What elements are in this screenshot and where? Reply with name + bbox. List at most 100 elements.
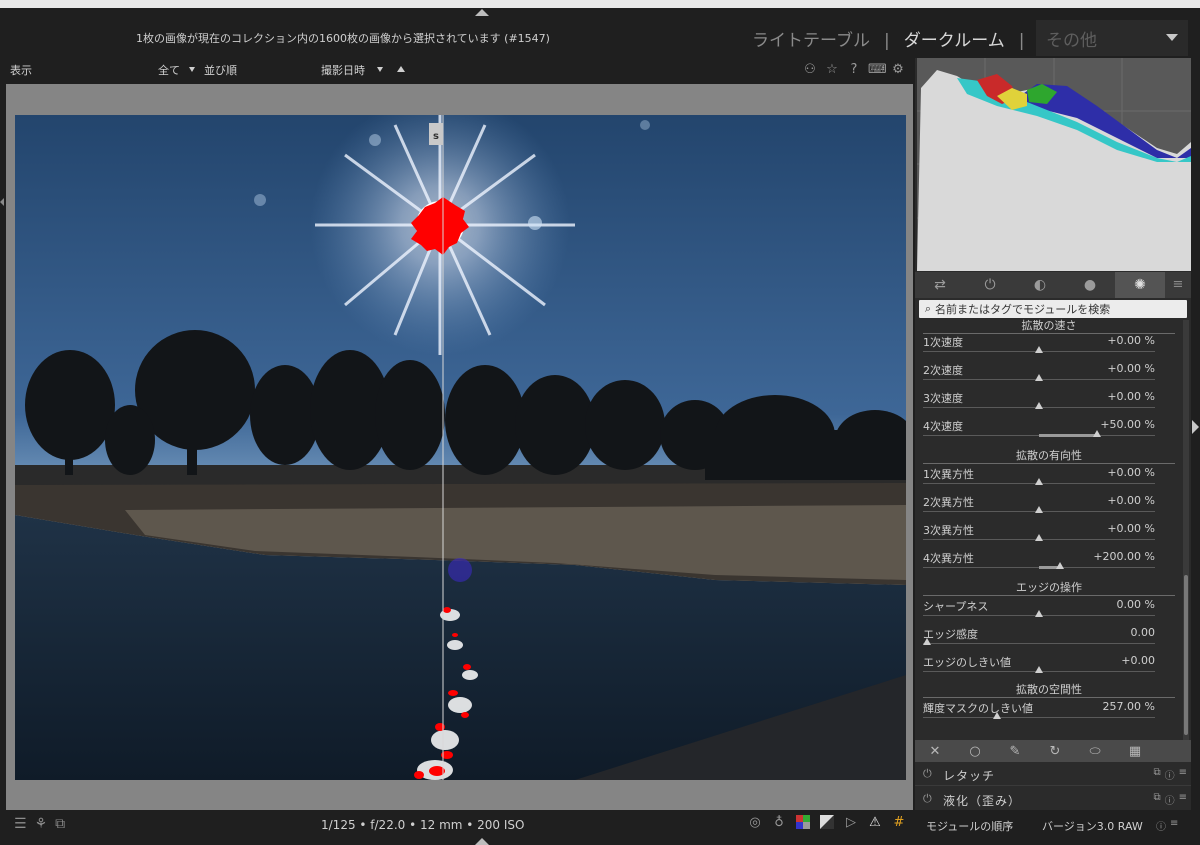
slider-thumb[interactable] xyxy=(1093,430,1101,437)
pattern-mask-icon[interactable]: ▦ xyxy=(1115,744,1155,759)
param-slider[interactable]: 4次速度 +50.00 % xyxy=(923,412,1157,440)
tab-effects-icon[interactable]: ✺ xyxy=(1115,272,1165,298)
softproof-icon[interactable] xyxy=(818,814,836,832)
image-canvas[interactable]: s xyxy=(6,84,913,810)
keyboard-icon[interactable]: ⌨ xyxy=(868,62,887,78)
tab-active-modules-icon[interactable]: ⇄ xyxy=(915,272,965,298)
param-slider[interactable]: 3次速度 +0.00 % xyxy=(923,384,1157,412)
param-label: 1次速度 xyxy=(923,336,963,349)
param-value: +0.00 % xyxy=(1107,522,1155,535)
color-assessment-icon[interactable] xyxy=(794,814,812,832)
param-slider[interactable]: エッジ感度 0.00 xyxy=(923,620,1157,648)
focus-peaking-icon[interactable]: ◎ xyxy=(746,814,764,832)
panel-scrollbar[interactable] xyxy=(1183,320,1189,740)
param-value: +0.00 % xyxy=(1107,466,1155,479)
slider-thumb[interactable] xyxy=(1035,610,1043,617)
param-label: 2次速度 xyxy=(923,364,963,377)
collapse-top-panel-arrow-icon[interactable] xyxy=(475,9,489,16)
clipping-warning-icon[interactable]: ⚠ xyxy=(866,814,884,832)
slider-thumb[interactable] xyxy=(1035,534,1043,541)
slider-thumb[interactable] xyxy=(1035,346,1043,353)
tab-tone-icon[interactable]: ◐ xyxy=(1015,272,1065,298)
param-value: 0.00 xyxy=(1130,626,1156,639)
slider-thumb[interactable] xyxy=(1035,374,1043,381)
slider-thumb[interactable] xyxy=(993,712,1001,719)
tab-base-power-icon[interactable]: ⏻ xyxy=(965,272,1015,298)
param-slider[interactable]: 輝度マスクのしきい値 257.00 % xyxy=(923,694,1157,722)
param-value: +0.00 xyxy=(1121,654,1155,667)
presets-icon[interactable]: ⚇ xyxy=(802,62,818,78)
photo-graphic: s xyxy=(15,115,906,780)
param-label: 4次速度 xyxy=(923,420,963,433)
presets-menu-icon[interactable]: ≡ xyxy=(1179,767,1187,782)
ellipse-mask-icon[interactable]: ⬭ xyxy=(1075,744,1115,759)
module-order-label: モジュールの順序 xyxy=(926,820,1014,833)
slider-thumb[interactable] xyxy=(1035,478,1043,485)
window-top-strip xyxy=(0,0,1200,8)
tab-color-icon[interactable]: ● xyxy=(1065,272,1115,298)
power-icon[interactable]: ⏻ xyxy=(923,767,932,781)
presets-menu-icon[interactable]: ≡ xyxy=(1170,818,1178,833)
mask-off-icon[interactable]: ✕ xyxy=(915,744,955,759)
filter-all-dropdown[interactable]: 全て xyxy=(158,62,180,78)
circle-mask-icon[interactable]: ○ xyxy=(955,744,995,759)
param-slider[interactable]: シャープネス 0.00 % xyxy=(923,592,1157,620)
param-slider[interactable]: 2次速度 +0.00 % xyxy=(923,356,1157,384)
gear-icon[interactable]: ⚙ xyxy=(890,62,906,78)
sort-dropdown[interactable]: 撮影日時 xyxy=(321,62,365,78)
param-slider[interactable]: 3次異方性 +0.00 % xyxy=(923,516,1157,544)
second-window-icon[interactable]: ⧉ xyxy=(55,816,65,832)
param-slider[interactable]: エッジのしきい値 +0.00 xyxy=(923,648,1157,676)
slider-thumb[interactable] xyxy=(1035,506,1043,513)
split-view-marker[interactable]: s xyxy=(433,131,439,142)
histogram[interactable] xyxy=(917,58,1191,271)
collapse-right-panel-arrow-icon[interactable] xyxy=(1192,420,1199,434)
presets-menu-icon[interactable]: ≡ xyxy=(1179,792,1187,807)
bottom-right-icons: ◎ ♁ ▷ ⚠ # xyxy=(746,814,908,832)
module-liquify[interactable]: ⏻ 液化（歪み） ⧉ ⓘ ≡ xyxy=(915,787,1191,811)
param-slider[interactable]: 1次異方性 +0.00 % xyxy=(923,460,1157,488)
filmstrip-toggle-icon[interactable]: ☰ xyxy=(14,816,27,832)
bulb-icon[interactable]: ♁ xyxy=(770,814,788,832)
panel-scrollbar-thumb[interactable] xyxy=(1184,575,1188,735)
param-label: 1次異方性 xyxy=(923,468,974,481)
param-slider[interactable]: 2次異方性 +0.00 % xyxy=(923,488,1157,516)
view-darkroom[interactable]: ダークルーム xyxy=(904,26,1005,51)
multi-instance-icon[interactable]: ⧉ xyxy=(1153,792,1160,807)
styles-icon[interactable]: ⚘ xyxy=(35,816,48,832)
param-value: +0.00 % xyxy=(1107,334,1155,347)
reset-icon[interactable]: ⓘ xyxy=(1165,767,1175,782)
reset-icon[interactable]: ⓘ xyxy=(1156,818,1166,833)
photo-preview[interactable]: s xyxy=(15,115,906,780)
view-lighttable[interactable]: ライトテーブル xyxy=(752,26,870,51)
brush-mask-icon[interactable]: ✎ xyxy=(995,744,1035,759)
module-search-input[interactable] xyxy=(935,302,1183,316)
slider-track[interactable] xyxy=(923,643,1155,644)
slider-thumb[interactable] xyxy=(1035,666,1043,673)
slider-thumb[interactable] xyxy=(1035,402,1043,409)
filter-bar: 表示 全て 並び順 撮影日時 xyxy=(0,58,912,82)
slider-thumb[interactable] xyxy=(923,638,931,645)
collapse-bottom-panel-arrow-icon[interactable] xyxy=(475,838,489,845)
slider-track[interactable] xyxy=(923,717,1155,718)
expand-left-panel-arrow-icon[interactable] xyxy=(0,198,4,206)
gamut-check-icon[interactable]: ▷ xyxy=(842,814,860,832)
multi-instance-icon[interactable]: ⧉ xyxy=(1153,767,1160,782)
reset-icon[interactable]: ⓘ xyxy=(1165,792,1175,807)
param-slider[interactable]: 4次異方性 +200.00 % xyxy=(923,544,1157,572)
module-order-value[interactable]: バージョン3.0 RAW xyxy=(1042,818,1143,834)
path-mask-icon[interactable]: ↻ xyxy=(1035,744,1075,759)
param-slider[interactable]: 1次速度 +0.00 % xyxy=(923,328,1157,356)
sort-ascending-icon[interactable] xyxy=(397,66,405,72)
module-retouch[interactable]: ⏻ レタッチ ⧉ ⓘ ≡ xyxy=(915,762,1191,786)
star-icon[interactable]: ☆ xyxy=(824,62,840,78)
power-icon[interactable]: ⏻ xyxy=(923,792,932,806)
bottom-left-icons: ☰ ⚘ ⧉ xyxy=(14,816,65,832)
slider-thumb[interactable] xyxy=(1056,562,1064,569)
guides-icon[interactable]: # xyxy=(890,814,908,832)
module-group-menu-icon[interactable]: ≡ xyxy=(1165,272,1191,298)
module-group-tabs: ⇄ ⏻ ◐ ● ✺ ≡ xyxy=(915,272,1191,298)
view-other-dropdown[interactable]: その他 xyxy=(1036,20,1188,56)
module-search-box[interactable]: ⌕ xyxy=(919,300,1187,318)
help-icon[interactable]: ? xyxy=(846,62,862,78)
